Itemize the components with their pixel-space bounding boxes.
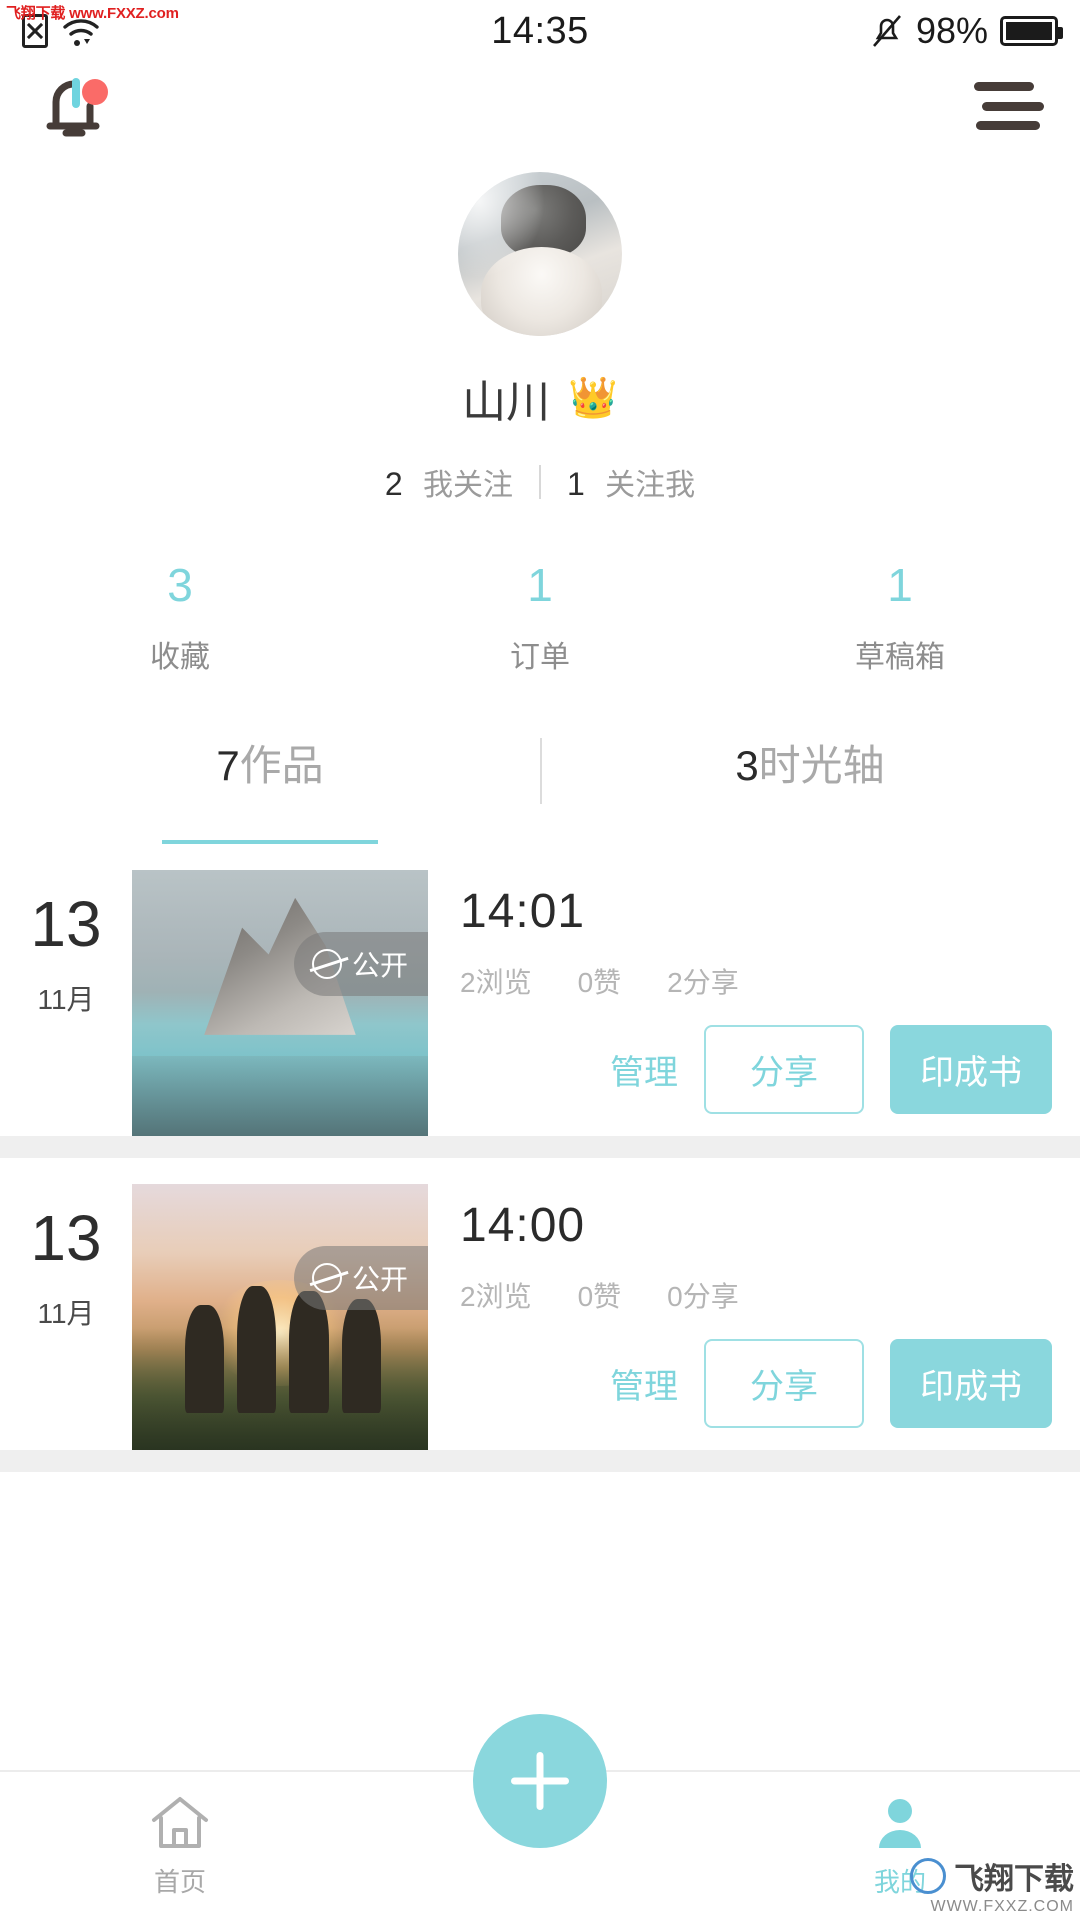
content-tabs: 7作品 3时光轴 bbox=[0, 732, 1080, 844]
manage-button[interactable]: 管理 bbox=[610, 1045, 678, 1094]
share-button[interactable]: 分享 bbox=[704, 1025, 864, 1114]
stat-label: 订单 bbox=[510, 641, 570, 674]
bell-icon bbox=[46, 78, 108, 137]
work-card[interactable]: 13 11月 公开 14:01 2浏览 0赞 2分享 管理 分享 印成书 bbox=[0, 844, 1080, 1136]
stat-value: 1 bbox=[887, 559, 913, 611]
tab-timeline-label: 时光轴 bbox=[758, 742, 885, 789]
crown-icon: 👑 bbox=[568, 376, 618, 420]
tab-works-count: 7 bbox=[216, 742, 240, 789]
privacy-badge: 公开 bbox=[293, 1246, 428, 1310]
stat-favorites[interactable]: 3 收藏 bbox=[0, 562, 360, 676]
home-icon bbox=[152, 1796, 208, 1848]
app-header bbox=[0, 62, 1080, 150]
print-book-button[interactable]: 印成书 bbox=[890, 1339, 1052, 1428]
stat-drafts[interactable]: 1 草稿箱 bbox=[720, 562, 1080, 676]
nav-item-home[interactable]: 首页 bbox=[0, 1772, 360, 1920]
nav-home-label: 首页 bbox=[153, 1866, 206, 1897]
stat-label: 收藏 bbox=[150, 641, 210, 674]
card-day: 13 bbox=[30, 888, 102, 960]
stats-row: 3 收藏 1 订单 1 草稿箱 bbox=[0, 562, 1080, 676]
stat-value: 3 bbox=[167, 559, 193, 611]
status-bar: 飞翔下载 www.FXXZ.com 14:35 98% bbox=[0, 0, 1080, 62]
follow-stats: 2 我关注 1 关注我 bbox=[0, 460, 1080, 504]
card-date: 13 11月 bbox=[0, 1184, 132, 1450]
brand-logo-icon bbox=[910, 1858, 946, 1894]
card-month: 11月 bbox=[37, 1298, 95, 1329]
card-month: 11月 bbox=[37, 984, 95, 1015]
add-button[interactable] bbox=[473, 1714, 607, 1848]
card-metrics: 2浏览 0赞 2分享 bbox=[460, 961, 1080, 1001]
privacy-badge: 公开 bbox=[293, 932, 428, 996]
card-thumbnail[interactable]: 公开 bbox=[132, 870, 428, 1136]
brand-url: WWW.FXXZ.COM bbox=[930, 1898, 1074, 1915]
card-actions: 管理 分享 印成书 bbox=[610, 1339, 1052, 1428]
brand-name: 飞翔下载 bbox=[954, 1863, 1074, 1896]
tab-works-label: 作品 bbox=[239, 742, 324, 789]
watermark-text: 飞翔下载 www.FXXZ.com bbox=[6, 5, 179, 22]
followers-link[interactable]: 1 关注我 bbox=[567, 460, 695, 504]
card-time: 14:00 bbox=[460, 1199, 586, 1252]
privacy-label: 公开 bbox=[351, 950, 408, 981]
privacy-label: 公开 bbox=[351, 1264, 408, 1295]
notification-button[interactable] bbox=[36, 70, 112, 142]
hamburger-menu-icon[interactable] bbox=[974, 82, 1044, 130]
followers-label: 关注我 bbox=[605, 469, 696, 502]
profile-section: 山川 👑 2 我关注 1 关注我 bbox=[0, 150, 1080, 504]
card-separator bbox=[0, 1136, 1080, 1158]
card-info: 14:01 2浏览 0赞 2分享 管理 分享 印成书 bbox=[428, 870, 1080, 1136]
page-title: 山川 bbox=[462, 378, 551, 427]
print-book-button[interactable]: 印成书 bbox=[890, 1025, 1052, 1114]
globe-icon bbox=[311, 949, 342, 979]
stat-orders[interactable]: 1 订单 bbox=[360, 562, 720, 676]
card-shares: 0分享 bbox=[667, 1281, 739, 1312]
following-label: 我关注 bbox=[423, 469, 513, 502]
follow-divider bbox=[539, 465, 541, 499]
avatar-highlight bbox=[458, 172, 550, 284]
followers-count: 1 bbox=[567, 466, 585, 502]
tab-timeline-text: 3时光轴 bbox=[735, 732, 884, 793]
card-shares: 2分享 bbox=[667, 967, 739, 998]
card-likes: 0赞 bbox=[577, 1281, 622, 1312]
card-views: 2浏览 bbox=[460, 1281, 532, 1312]
tab-timeline-count: 3 bbox=[735, 742, 759, 789]
battery-full-icon bbox=[1000, 16, 1063, 46]
profile-name-row: 山川 👑 bbox=[0, 366, 1080, 430]
site-brandmark: 飞翔下载 WWW.FXXZ.COM bbox=[910, 1854, 1074, 1916]
manage-button[interactable]: 管理 bbox=[610, 1359, 678, 1408]
card-info: 14:00 2浏览 0赞 0分享 管理 分享 印成书 bbox=[428, 1184, 1080, 1450]
avatar[interactable] bbox=[458, 172, 622, 336]
card-metrics: 2浏览 0赞 0分享 bbox=[460, 1275, 1080, 1315]
card-date: 13 11月 bbox=[0, 870, 132, 1136]
following-count: 2 bbox=[384, 466, 403, 502]
stat-value: 1 bbox=[527, 559, 553, 611]
card-time: 14:01 bbox=[460, 885, 586, 938]
card-separator-bottom bbox=[0, 1450, 1080, 1472]
tab-works[interactable]: 7作品 bbox=[0, 732, 540, 844]
globe-icon bbox=[311, 1263, 342, 1293]
stat-label: 草稿箱 bbox=[855, 641, 945, 674]
plus-icon bbox=[511, 1752, 569, 1810]
card-day: 13 bbox=[30, 1202, 102, 1274]
card-actions: 管理 分享 印成书 bbox=[610, 1025, 1052, 1114]
share-button[interactable]: 分享 bbox=[704, 1339, 864, 1428]
tab-timeline[interactable]: 3时光轴 bbox=[540, 732, 1080, 844]
work-card[interactable]: 13 11月 公开 14:00 2浏览 0赞 0分享 管理 分享 印成书 bbox=[0, 1158, 1080, 1450]
following-link[interactable]: 2 我关注 bbox=[385, 460, 513, 504]
notification-badge-dot bbox=[82, 79, 108, 105]
person-icon bbox=[879, 1798, 921, 1848]
card-likes: 0赞 bbox=[577, 967, 622, 998]
card-thumbnail[interactable]: 公开 bbox=[132, 1184, 428, 1450]
tab-works-text: 7作品 bbox=[216, 732, 323, 793]
card-views: 2浏览 bbox=[460, 967, 532, 998]
